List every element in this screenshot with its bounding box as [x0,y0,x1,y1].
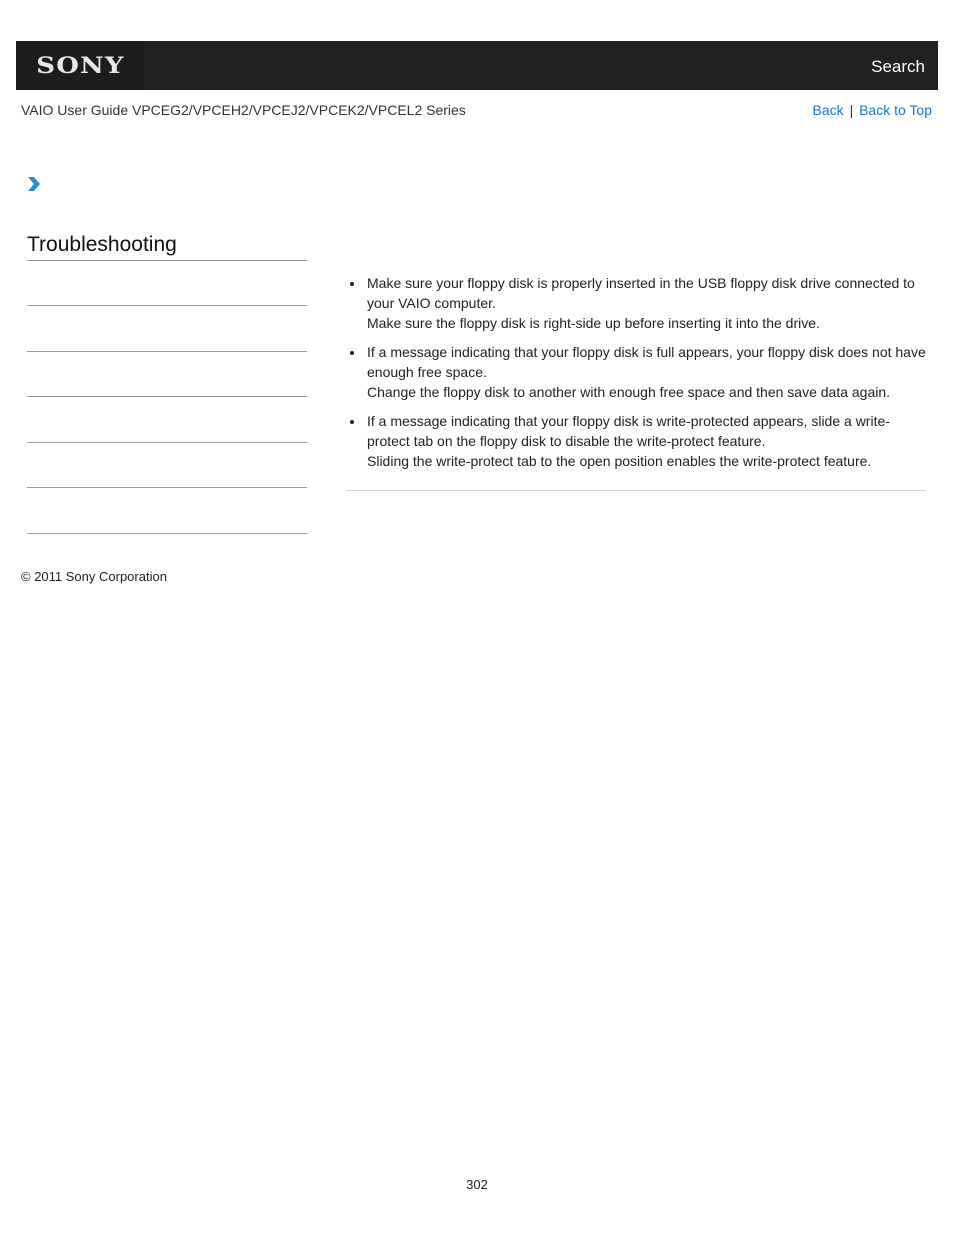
list-item-text: If a message indicating that your floppy… [367,413,890,449]
list-item: If a message indicating that your floppy… [346,342,926,402]
chevron-right-icon[interactable] [26,176,42,192]
list-item-note: Make sure the floppy disk is right-side … [367,315,820,331]
list-item: If a message indicating that your floppy… [346,411,926,471]
bullet-icon [350,351,354,355]
bullet-icon [350,282,354,286]
bullet-icon [350,420,354,424]
tips-list: Make sure your floppy disk is properly i… [346,273,926,471]
back-to-top-link[interactable]: Back to Top [859,102,932,118]
search-link[interactable]: Search [871,57,925,77]
header-bar: SONY Search [16,41,938,90]
sidebar-title: Troubleshooting [27,233,177,256]
list-item-text: Make sure your floppy disk is properly i… [367,275,915,311]
list-item-note: Sliding the write-protect tab to the ope… [367,453,872,469]
content-divider [346,490,926,491]
list-item-text: If a message indicating that your floppy… [367,344,926,380]
sidebar-item[interactable] [27,396,307,397]
sidebar-title-divider [27,260,307,261]
copyright: © 2011 Sony Corporation [21,569,167,584]
logo-text: SONY [35,52,125,79]
page-number: 302 [466,1177,488,1192]
list-item-note: Change the floppy disk to another with e… [367,384,891,400]
nav-links: Back | Back to Top [813,102,932,118]
guide-title: VAIO User Guide VPCEG2/VPCEH2/VPCEJ2/VPC… [21,102,466,118]
back-link[interactable]: Back [813,102,844,118]
sidebar-item[interactable] [27,533,307,534]
sony-logo[interactable]: SONY [16,41,144,90]
list-item: Make sure your floppy disk is properly i… [346,273,926,333]
sidebar-item[interactable] [27,305,307,306]
sidebar-item[interactable] [27,442,307,443]
sidebar-item[interactable] [27,487,307,488]
sidebar-item[interactable] [27,351,307,352]
main-content: Make sure your floppy disk is properly i… [346,273,926,480]
nav-separator: | [849,102,854,118]
